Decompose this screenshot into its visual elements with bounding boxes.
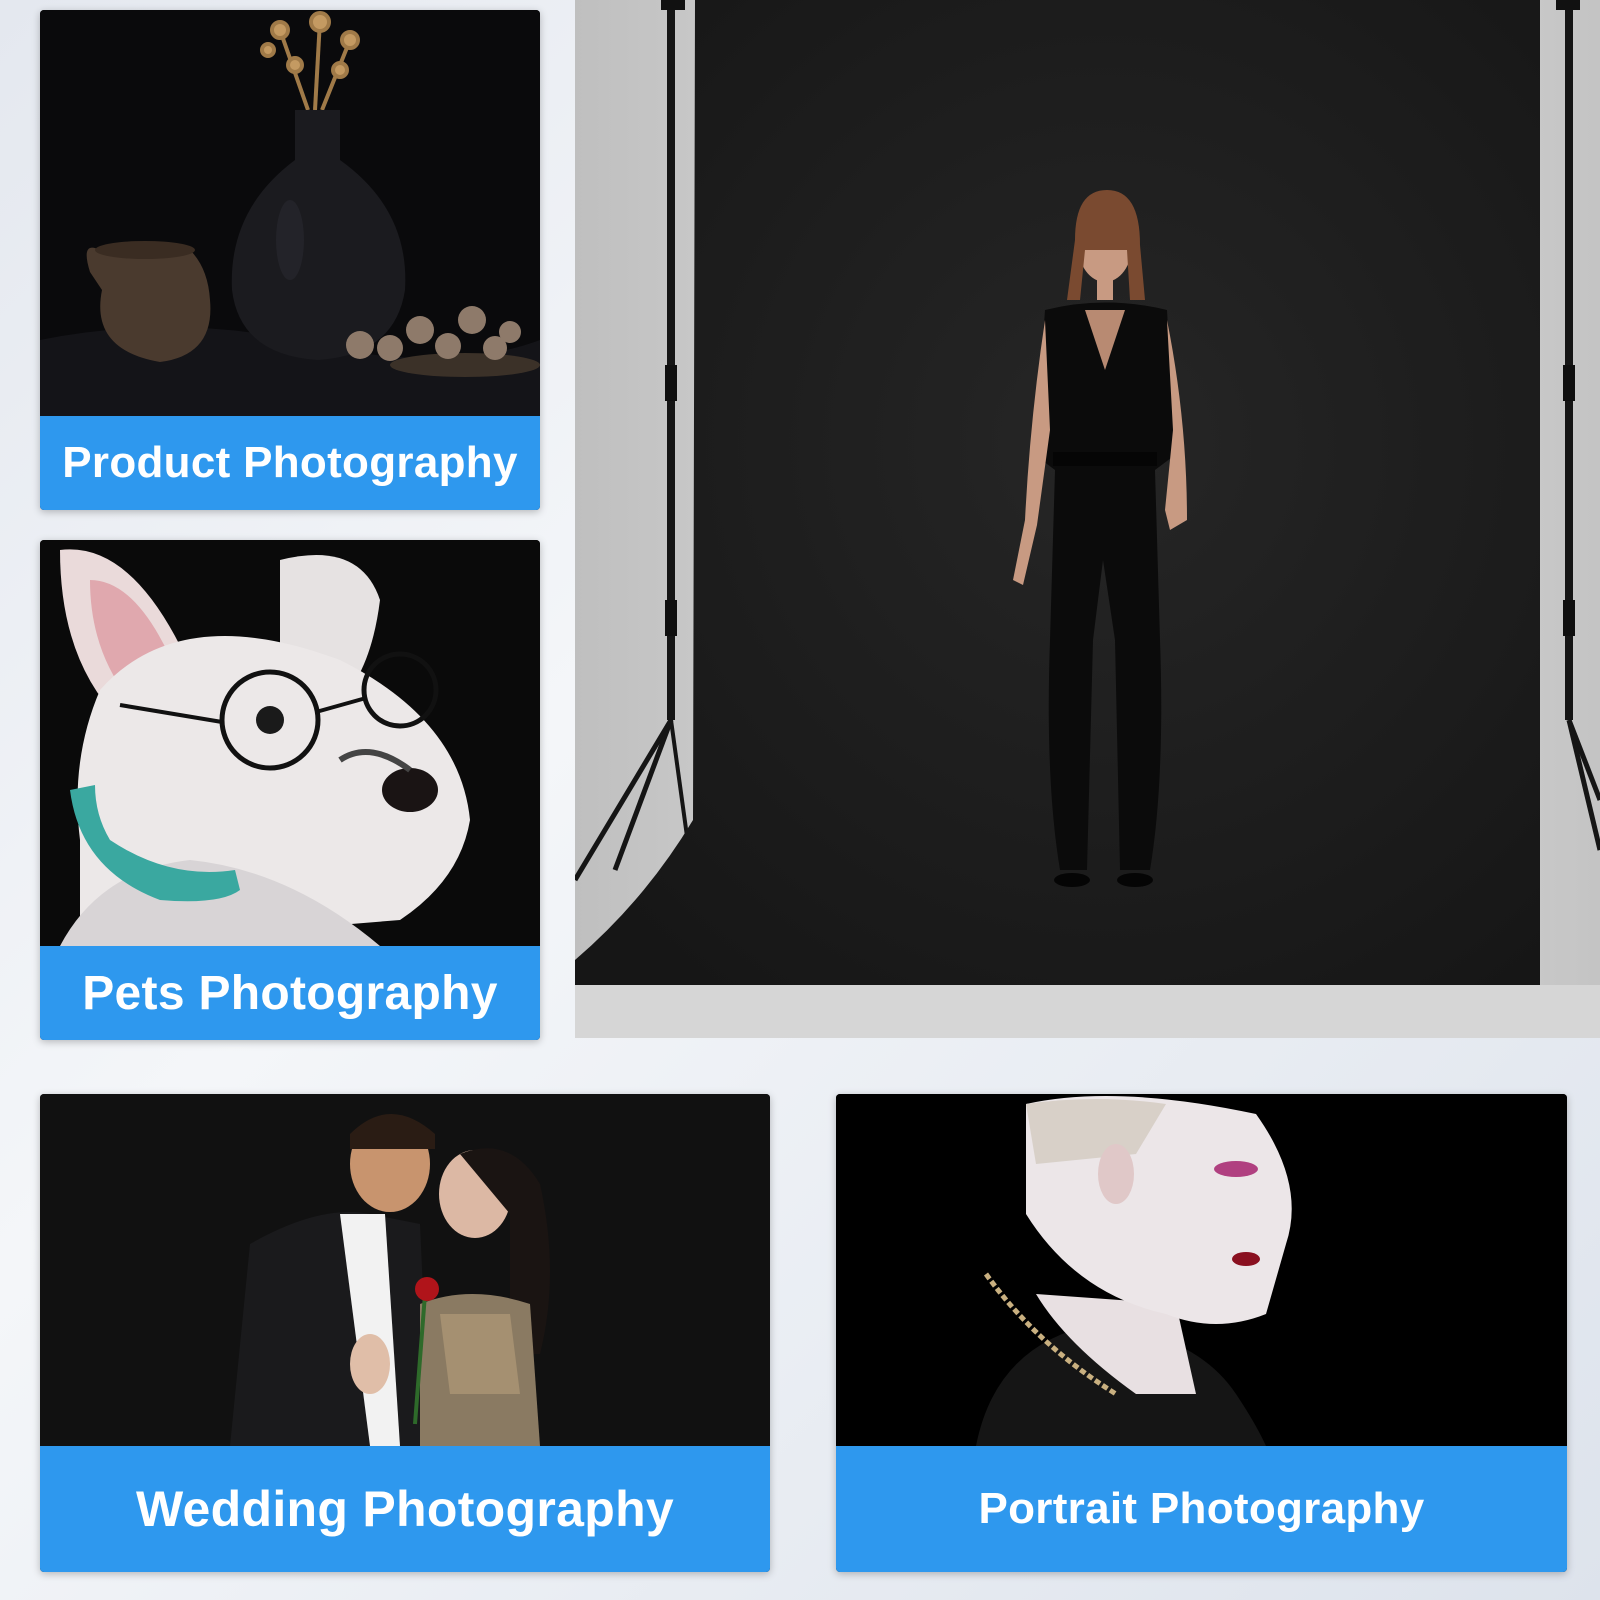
portrait-woman-image xyxy=(836,1094,1567,1446)
dog-with-glasses-image xyxy=(40,540,540,946)
product-photography-card: Product Photography xyxy=(40,10,540,510)
hero-backdrop-photo xyxy=(572,0,1600,1038)
caption-wedding-photography: Wedding Photography xyxy=(40,1446,770,1572)
portrait-photography-card: Portrait Photography xyxy=(836,1094,1567,1572)
caption-portrait-photography: Portrait Photography xyxy=(836,1446,1567,1572)
product-still-life-image xyxy=(40,10,540,416)
backdrop-stand-icon xyxy=(572,0,1600,1038)
couple-image xyxy=(40,1094,770,1446)
caption-pets-photography: Pets Photography xyxy=(40,946,540,1040)
wedding-photography-card: Wedding Photography xyxy=(40,1094,770,1572)
caption-product-photography: Product Photography xyxy=(40,416,540,510)
pets-photography-card: Pets Photography xyxy=(40,540,540,1040)
